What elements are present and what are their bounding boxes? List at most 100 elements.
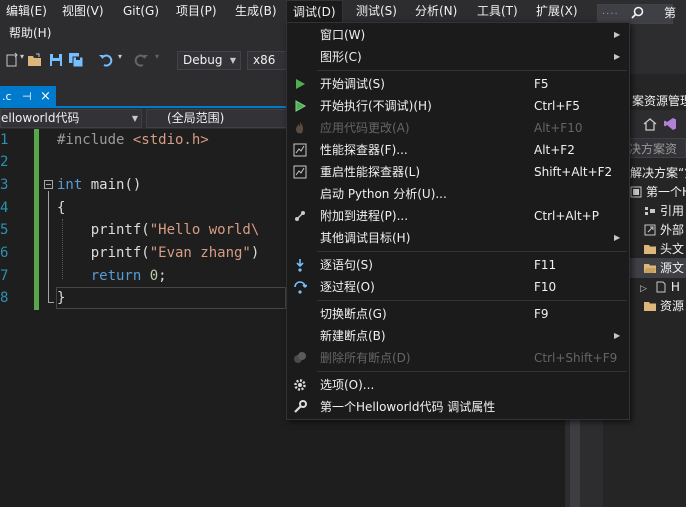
tree-resources[interactable]: 资源 <box>644 296 684 316</box>
menu-item-graphics[interactable]: 图形(C) ▶ <box>287 46 629 68</box>
code-line-7: return 0; <box>57 265 167 287</box>
project-dropdown[interactable]: elloworld代码 ▼ <box>0 109 142 128</box>
tree-headers[interactable]: 头文 <box>644 239 684 259</box>
document-tab-strip: .c ⊣ × <box>0 74 286 108</box>
menu-item-label: 开始调试(S) <box>320 77 385 91</box>
step-over-icon <box>294 281 307 294</box>
collapse-toggle-icon[interactable] <box>44 180 53 189</box>
tree-label: 资源 <box>660 299 685 313</box>
scope-value: (全局范围) <box>167 111 225 125</box>
tree-references[interactable]: 引用 <box>644 201 684 221</box>
search-icon[interactable] <box>631 6 644 19</box>
menu-item-label: 重启性能探查器(L) <box>320 165 421 179</box>
menu-item-options[interactable]: 选项(O)... <box>287 374 629 396</box>
menu-item-start-debugging[interactable]: 开始调试(S) F5 <box>287 73 629 95</box>
save-icon[interactable] <box>48 52 64 68</box>
redo-icon[interactable] <box>133 52 149 68</box>
string-literal: "Evan zhang" <box>149 245 251 261</box>
scope-dropdown[interactable]: (全局范围) <box>146 109 286 128</box>
code-editor[interactable]: 1 2 3 4 5 6 7 8 #include <stdio.h> int m… <box>0 129 286 507</box>
step-into-icon <box>296 259 304 272</box>
search-placeholder: .... <box>602 6 619 17</box>
string-literal: "Hello world\ <box>149 222 260 238</box>
menu-item-performance-profiler[interactable]: 性能探查器(F)... Alt+F2 <box>287 139 629 161</box>
folder-icon <box>644 302 656 311</box>
line-number: 5 <box>0 222 9 238</box>
menu-analyze[interactable]: 分析(N) <box>409 0 463 22</box>
undo-dropdown-icon[interactable]: ▾ <box>118 52 122 61</box>
tree-project[interactable]: 第一个H <box>630 182 686 202</box>
menu-item-shortcut: Ctrl+Alt+P <box>534 209 599 223</box>
menu-item-start-without-debugging[interactable]: 开始执行(不调试)(H) Ctrl+F5 <box>287 95 629 117</box>
punctuation: ) <box>250 245 260 261</box>
menu-item-restart-profiler[interactable]: 重启性能探查器(L) Shift+Alt+F2 <box>287 161 629 183</box>
menu-item-label: 开始执行(不调试)(H) <box>320 99 432 113</box>
menu-tools[interactable]: 工具(T) <box>471 0 524 22</box>
menu-item-label: 性能探查器(F)... <box>320 143 408 157</box>
menu-build[interactable]: 生成(B) <box>229 0 283 22</box>
menu-item-new-breakpoint[interactable]: 新建断点(B) ▶ <box>287 325 629 347</box>
menu-project[interactable]: 项目(P) <box>170 0 223 22</box>
menu-item-toggle-breakpoint[interactable]: 切换断点(G) F9 <box>287 303 629 325</box>
config-dropdown[interactable]: Debug ▼ <box>177 51 241 70</box>
menu-view[interactable]: 视图(V) <box>56 0 110 22</box>
home-icon[interactable] <box>643 117 657 131</box>
document-tab[interactable]: .c ⊣ × <box>0 86 56 108</box>
menu-item-windows[interactable]: 窗口(W) ▶ <box>287 24 629 46</box>
new-item-dropdown-icon[interactable]: ▾ <box>20 52 24 61</box>
menu-item-label: 窗口(W) <box>320 28 366 42</box>
menu-item-step-into[interactable]: 逐语句(S) F11 <box>287 254 629 276</box>
change-tracking-bar <box>34 129 39 310</box>
expand-icon[interactable]: ▷ <box>640 284 647 294</box>
open-folder-icon[interactable] <box>27 52 43 68</box>
include-header: <stdio.h> <box>132 132 209 148</box>
menu-test[interactable]: 测试(S) <box>350 0 403 22</box>
menu-git[interactable]: Git(G) <box>117 0 165 22</box>
folder-icon <box>644 245 656 254</box>
menu-help[interactable]: 帮助(H) <box>3 22 57 44</box>
menu-item-apply-code-changes: 应用代码更改(A) Alt+F10 <box>287 117 629 139</box>
close-icon[interactable]: × <box>40 86 51 108</box>
panel-title: 案资源管理 <box>632 94 686 108</box>
pin-icon[interactable]: ⊣ <box>22 86 32 108</box>
brand-text: 第 <box>664 6 677 20</box>
menu-item-attach-to-process[interactable]: 附加到进程(P)... Ctrl+Alt+P <box>287 205 629 227</box>
menu-item-other-targets[interactable]: 其他调试目标(H) ▶ <box>287 227 629 249</box>
menu-debug[interactable]: 调试(D) <box>286 0 343 23</box>
vs-icon[interactable] <box>663 117 677 131</box>
menu-item-shortcut: Alt+F2 <box>534 143 575 157</box>
chevron-down-icon: ▼ <box>229 56 236 65</box>
tree-label: 源文 <box>660 261 685 275</box>
menu-item-step-over[interactable]: 逐过程(O) F10 <box>287 276 629 298</box>
menu-item-label: 启动 Python 分析(U)... <box>320 187 447 201</box>
tree-label: H <box>670 280 680 294</box>
menu-item-shortcut: F5 <box>534 77 549 91</box>
keyword: int <box>57 177 83 193</box>
menu-item-debug-properties[interactable]: 第一个Helloworld代码 调试属性 <box>287 396 629 418</box>
menu-item-shortcut: Alt+F10 <box>534 121 583 135</box>
tree-solution[interactable]: 解决方案“第 <box>630 163 686 183</box>
outline-line <box>48 191 49 303</box>
navigation-bar: elloworld代码 ▼ (全局范围) <box>0 108 286 129</box>
menu-extensions[interactable]: 扩展(X) <box>530 0 584 22</box>
punctuation: ; <box>158 268 167 284</box>
tree-external[interactable]: 外部 <box>644 220 684 240</box>
save-all-icon[interactable] <box>68 52 84 68</box>
references-icon <box>645 207 655 215</box>
tree-source-file[interactable]: ▷ H <box>640 277 680 297</box>
tree-sources[interactable]: 源文 <box>628 258 686 278</box>
platform-dropdown[interactable]: x86 <box>247 51 287 70</box>
gear-icon <box>294 379 306 391</box>
menu-item-python-profiling[interactable]: 启动 Python 分析(U)... <box>287 183 629 205</box>
code-line-5: printf("Hello world\ <box>57 219 260 241</box>
new-item-icon[interactable] <box>4 52 20 68</box>
line-number: 2 <box>0 154 9 170</box>
code-line-6: printf("Evan zhang") <box>57 242 260 264</box>
submenu-arrow-icon: ▶ <box>614 233 621 242</box>
menu-edit[interactable]: 编辑(E) <box>0 0 53 22</box>
function-call: printf( <box>57 222 150 238</box>
menu-item-label: 图形(C) <box>320 50 362 64</box>
menu-item-delete-all-breakpoints: 删除所有断点(D) Ctrl+Shift+F9 <box>287 347 629 369</box>
redo-dropdown-icon[interactable]: ▾ <box>155 52 159 61</box>
undo-icon[interactable] <box>98 52 114 68</box>
